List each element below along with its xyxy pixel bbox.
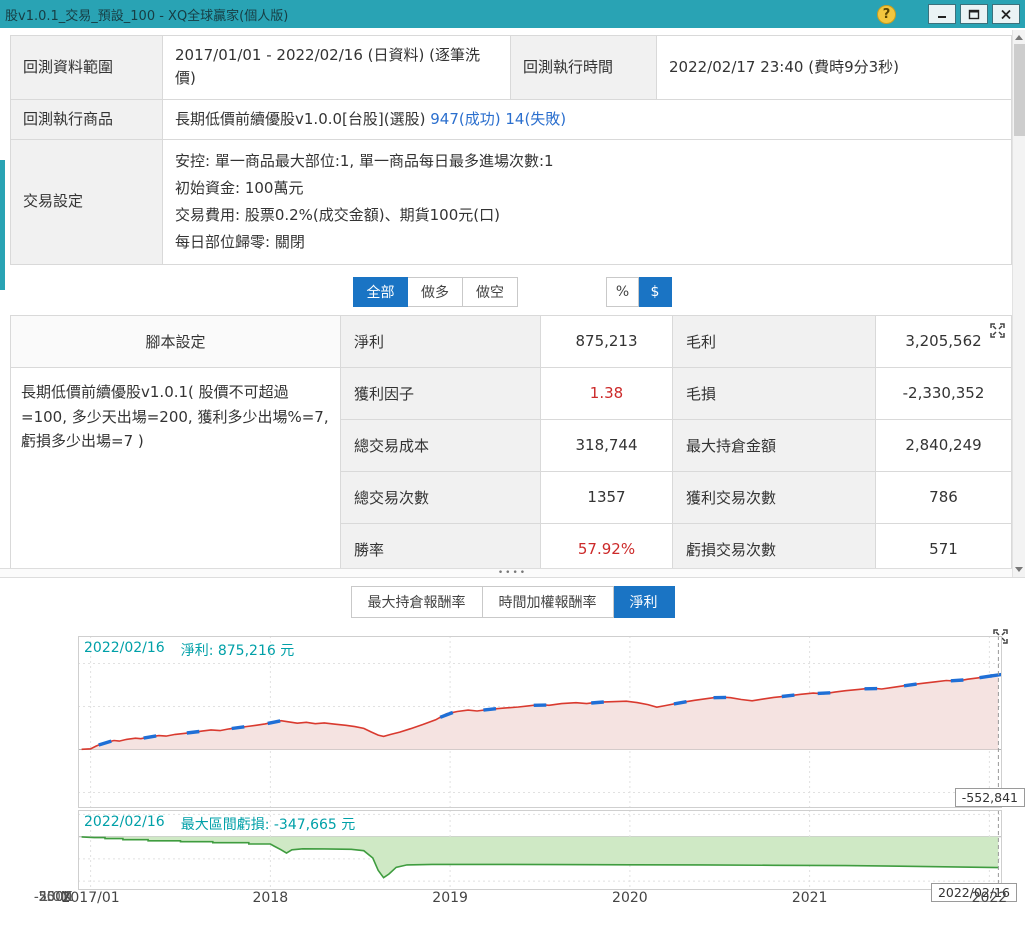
- chart-tabs: 最大持倉報酬率 時間加權報酬率 淨利: [0, 585, 1025, 618]
- table-row: 回測資料範圍 2017/01/01 - 2022/02/16 (日資料) (逐筆…: [10, 35, 1012, 100]
- table-row: 回測執行商品 長期低價前續優股v1.0.0[台股](選股) 947(成功) 14…: [10, 98, 1012, 140]
- x-axis-tick-label: 2019: [432, 889, 468, 906]
- vertical-scrollbar[interactable]: [1012, 30, 1025, 577]
- value-exec-product: 長期低價前續優股v1.0.0[台股](選股) 947(成功) 14(失敗): [162, 98, 1012, 140]
- filter-all-button[interactable]: 全部: [353, 276, 408, 307]
- metric-label: 獲利因子: [341, 367, 541, 420]
- metric-label: 毛利: [673, 315, 876, 368]
- metric-value: 57.92%: [541, 523, 673, 568]
- maximize-button[interactable]: [960, 4, 988, 24]
- setting-risk-control: 安控: 單一商品最大部位:1, 單一商品每日最多進場次數:1: [175, 151, 554, 170]
- fail-count-link[interactable]: 14(失敗): [505, 110, 566, 128]
- metric-value: 1357: [541, 471, 673, 524]
- metric-label: 最大持倉金額: [673, 419, 876, 472]
- scroll-down-icon[interactable]: [1015, 567, 1023, 572]
- titlebar: 股v1.0.1_交易_預設_100 - XQ全球贏家(個人版) ?: [0, 0, 1025, 28]
- metric-label: 總交易次數: [341, 471, 541, 524]
- x-axis-tick-label: 2020: [612, 889, 648, 906]
- tab-max-position-return[interactable]: 最大持倉報酬率: [350, 585, 483, 618]
- label-exec-time: 回測執行時間: [510, 35, 657, 100]
- x-axis-tick-label: 2018: [252, 889, 289, 906]
- close-icon: [1001, 9, 1011, 19]
- equity-annotation: 2022/02/16 淨利: 875,216 元: [84, 640, 294, 660]
- metric-label: 獲利交易次數: [673, 471, 876, 524]
- unit-dollar-button[interactable]: $: [639, 276, 672, 307]
- label-exec-product: 回測執行商品: [10, 98, 163, 140]
- backtest-info-table: 回測資料範圍 2017/01/01 - 2022/02/16 (日資料) (逐筆…: [10, 35, 1012, 265]
- x-axis-tick-label: 2017/01: [61, 889, 120, 906]
- annotation-date: 2022/02/16: [84, 813, 165, 830]
- tab-time-weighted-return[interactable]: 時間加權報酬率: [482, 585, 614, 618]
- charts-area: 2022/02/16 淨利: 875,216 元 2022/02/16 最大區間…: [0, 635, 1025, 918]
- metric-value: 875,213: [541, 315, 673, 368]
- metric-value: 318,744: [541, 419, 673, 472]
- drawdown-annotation: 2022/02/16 最大區間虧損: -347,665 元: [84, 814, 355, 834]
- metric-value: 786: [876, 472, 1011, 524]
- minimize-icon: [938, 16, 946, 18]
- close-button[interactable]: [992, 4, 1020, 24]
- metric-value: 571: [876, 524, 1011, 568]
- script-settings-header: 腳本設定: [11, 315, 340, 368]
- annotation-value: 最大區間虧損: -347,665 元: [180, 816, 356, 833]
- script-settings-text: 長期低價前續優股v1.0.1( 股價不可超過=100, 多少天出場=200, 獲…: [21, 382, 329, 451]
- pane-splitter[interactable]: ••••: [0, 567, 1025, 578]
- unit-percent-button[interactable]: %: [606, 276, 639, 307]
- expand-icon: [990, 323, 1005, 338]
- annotation-value: 淨利: 875,216 元: [180, 642, 295, 659]
- filter-short-button[interactable]: 做空: [463, 276, 518, 307]
- setting-initial-capital: 初始資金: 100萬元: [175, 178, 304, 197]
- value-trade-settings: 安控: 單一商品最大部位:1, 單一商品每日最多進場次數:1 初始資金: 100…: [162, 138, 1012, 265]
- metric-label: 勝率: [341, 523, 541, 568]
- help-icon[interactable]: ?: [877, 4, 896, 24]
- metric-value: -2,330,352: [876, 368, 1011, 420]
- value-data-range: 2017/01/01 - 2022/02/16 (日資料) (逐筆洗價): [162, 35, 511, 100]
- setting-fees: 交易費用: 股票0.2%(成交金額)、期貨100元(口): [175, 205, 500, 224]
- setting-daily-flat: 每日部位歸零: 關閉: [175, 232, 305, 251]
- x-axis-tick-label: 2022: [971, 889, 1008, 906]
- value-exec-time: 2022/02/17 23:40 (費時9分3秒): [656, 35, 1012, 100]
- splitter-dots-icon: ••••: [497, 567, 528, 578]
- net-profit-chart[interactable]: [78, 635, 1002, 808]
- annotation-date: 2022/02/16: [84, 639, 165, 656]
- results-expand-button[interactable]: [989, 321, 1006, 343]
- filter-row: 全部 做多 做空 % $: [10, 276, 1015, 307]
- chart-section: 最大持倉報酬率 時間加權報酬率 淨利 2022/02/16 淨利: 875,21…: [0, 585, 1025, 918]
- x-axis-tick-label: 2021: [791, 889, 828, 906]
- success-count-link[interactable]: 947(成功): [430, 110, 500, 128]
- tab-net-profit[interactable]: 淨利: [613, 585, 675, 618]
- results-panel: 腳本設定 長期低價前續優股v1.0.1( 股價不可超過=100, 多少天出場=2…: [10, 314, 1012, 568]
- metrics-grid: 淨利 875,213 毛利 3,205,562 獲利因子 1.38 毛損 -2,…: [341, 315, 1011, 568]
- filter-long-button[interactable]: 做多: [408, 276, 463, 307]
- metric-label: 淨利: [341, 315, 541, 368]
- metric-value: 1.38: [541, 367, 673, 420]
- table-row: 交易設定 安控: 單一商品最大部位:1, 單一商品每日最多進場次數:1 初始資金…: [10, 138, 1012, 265]
- minimize-button[interactable]: [928, 4, 956, 24]
- script-panel: 腳本設定 長期低價前續優股v1.0.1( 股價不可超過=100, 多少天出場=2…: [11, 315, 341, 568]
- metric-label: 毛損: [673, 367, 876, 420]
- scroll-up-icon[interactable]: [1015, 35, 1023, 40]
- metric-label: 總交易成本: [341, 419, 541, 472]
- product-name: 長期低價前續優股v1.0.0[台股](選股): [175, 109, 426, 128]
- scrollbar-thumb[interactable]: [1014, 44, 1025, 136]
- window-title: 股v1.0.1_交易_預設_100 - XQ全球贏家(個人版): [5, 8, 289, 24]
- app-window: 股v1.0.1_交易_預設_100 - XQ全球贏家(個人版) ? 回測資料範圍…: [0, 0, 1025, 926]
- label-trade-settings: 交易設定: [10, 138, 163, 265]
- maximize-icon: [968, 9, 980, 19]
- metric-label: 虧損交易次數: [673, 523, 876, 568]
- metric-value: 2,840,249: [876, 420, 1011, 472]
- crosshair-y-value-label: -552,841: [954, 787, 1025, 807]
- label-data-range: 回測資料範圍: [10, 35, 163, 100]
